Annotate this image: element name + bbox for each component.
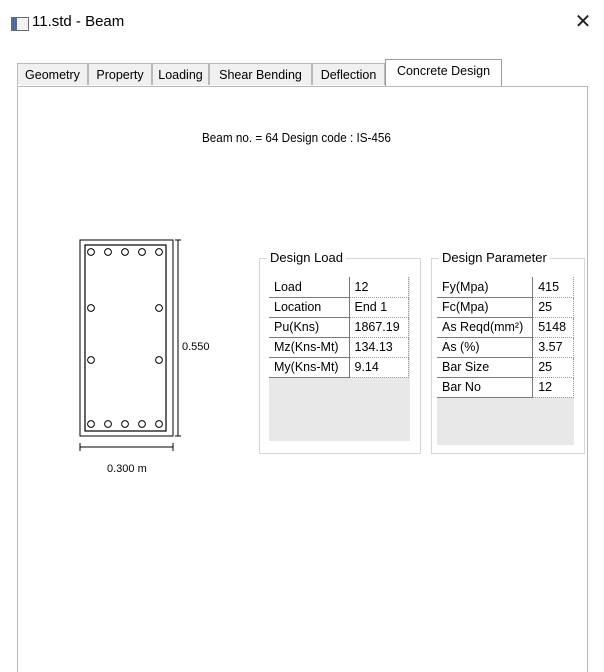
design-load-label: Load: [269, 277, 350, 298]
table-row: Bar No 12: [437, 377, 574, 398]
design-load-value[interactable]: 1867.19: [349, 317, 409, 338]
bottom-bars: [87, 420, 163, 428]
design-parameter-label: Bar No: [437, 377, 534, 398]
side-bars: [87, 304, 163, 364]
design-load-label: Pu(Kns): [269, 317, 350, 338]
design-load-value[interactable]: 12: [349, 277, 409, 298]
width-label: 0.300 m: [107, 463, 147, 475]
table-row: Bar Size 25: [437, 357, 574, 378]
table-row: Fy(Mpa) 415: [437, 277, 574, 298]
design-parameter-grid: Fy(Mpa) 415 Fc(Mpa) 25 As Reqd(mm²) 5148…: [437, 277, 574, 445]
design-parameter-label: As (%): [437, 337, 534, 358]
beam-section-drawing: 0.550 0.300 m: [79, 239, 210, 475]
window-title: 11.std - Beam: [32, 13, 125, 30]
tab-loading[interactable]: Loading: [152, 63, 209, 85]
tab-deflection[interactable]: Deflection: [312, 63, 385, 85]
design-load-label: Mz(Kns-Mt): [269, 337, 350, 358]
design-load-table: Load 12 Location End 1 Pu(Kns) 1867.19 M…: [269, 277, 409, 378]
depth-label: 0.550: [182, 341, 210, 353]
table-row: Location End 1: [269, 297, 409, 318]
tab-property[interactable]: Property: [88, 63, 152, 85]
design-parameter-table: Fy(Mpa) 415 Fc(Mpa) 25 As Reqd(mm²) 5148…: [437, 277, 574, 398]
table-row: My(Kns-Mt) 9.14: [269, 357, 409, 378]
top-bars: [87, 248, 163, 256]
design-parameter-value[interactable]: 415: [532, 277, 574, 298]
design-parameter-label: Fy(Mpa): [437, 277, 534, 298]
design-parameter-title: Design Parameter: [439, 250, 550, 265]
design-load-value[interactable]: End 1: [349, 297, 409, 318]
design-load-group: Design Load Load 12 Location End 1 Pu(Kn…: [259, 250, 421, 454]
table-row: As Reqd(mm²) 5148: [437, 317, 574, 338]
section-outline: [79, 239, 174, 437]
stirrup-outline: [84, 244, 167, 432]
tab-concrete-design[interactable]: Concrete Design: [385, 59, 502, 86]
design-load-value[interactable]: 134.13: [349, 337, 409, 358]
design-parameter-value[interactable]: 3.57: [532, 337, 574, 358]
design-parameter-value[interactable]: 12: [532, 377, 574, 398]
design-parameter-group: Design Parameter Fy(Mpa) 415 Fc(Mpa) 25 …: [431, 250, 585, 454]
tab-strip: Geometry Property Loading Shear Bending …: [17, 59, 587, 86]
table-row: Pu(Kns) 1867.19: [269, 317, 409, 338]
design-load-label: Location: [269, 297, 350, 318]
design-load-grid: Load 12 Location End 1 Pu(Kns) 1867.19 M…: [269, 277, 410, 441]
tab-geometry[interactable]: Geometry: [17, 63, 88, 85]
design-parameter-value[interactable]: 5148: [532, 317, 574, 338]
tab-shear-bending[interactable]: Shear Bending: [209, 63, 312, 85]
design-parameter-value[interactable]: 25: [532, 357, 574, 378]
table-row: Load 12: [269, 277, 409, 298]
design-parameter-label: Fc(Mpa): [437, 297, 534, 318]
title-bar: 11.std - Beam ✕: [0, 0, 604, 42]
table-row: Fc(Mpa) 25: [437, 297, 574, 318]
design-load-value[interactable]: 9.14: [349, 357, 409, 378]
close-button[interactable]: ✕: [570, 9, 596, 35]
design-load-label: My(Kns-Mt): [269, 357, 350, 378]
table-row: As (%) 3.57: [437, 337, 574, 358]
design-parameter-label: Bar Size: [437, 357, 534, 378]
table-row: Mz(Kns-Mt) 134.13: [269, 337, 409, 358]
close-icon: ✕: [574, 11, 592, 33]
beam-window-icon: [11, 17, 29, 31]
design-load-title: Design Load: [267, 250, 346, 265]
design-parameter-value[interactable]: 25: [532, 297, 574, 318]
design-parameter-label: As Reqd(mm²): [437, 317, 534, 338]
beam-design-header: Beam no. = 64 Design code : IS-456: [202, 130, 391, 145]
